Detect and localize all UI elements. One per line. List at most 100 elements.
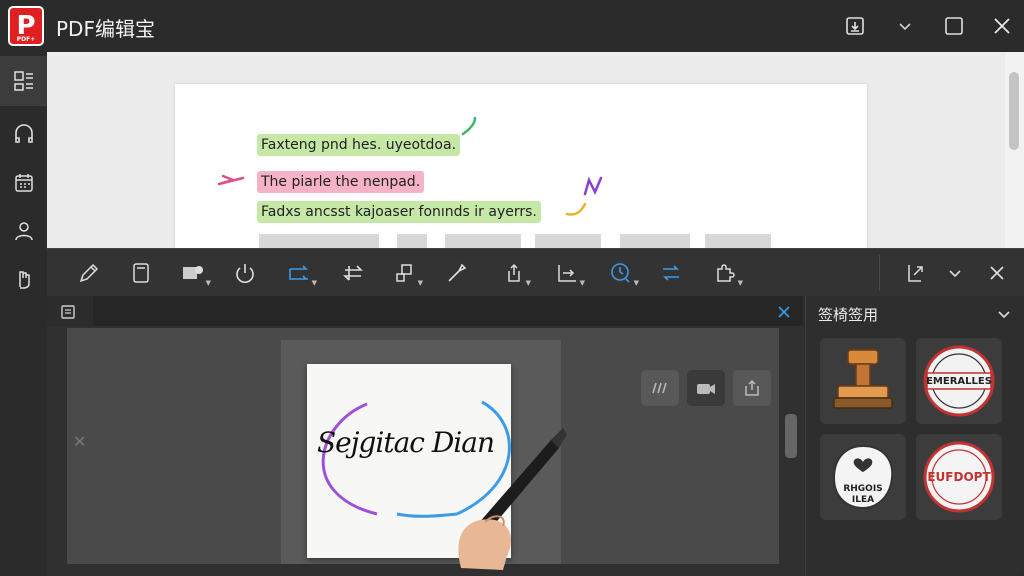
round-seal-1-text: EMERALLES [926,376,992,387]
eyedropper-tool-button[interactable] [439,257,475,289]
dropdown-caret-icon: ▼ [525,279,531,287]
rail-item-thumbnails[interactable] [0,56,47,106]
image-tool-button[interactable]: ▼ [175,257,211,289]
power-tool-button[interactable] [227,257,263,289]
transfer-icon [289,265,308,280]
share-icon [908,265,923,282]
chevron-down-icon [899,23,911,31]
maximize-icon [945,17,963,35]
app-title: PDF编辑宝 [56,17,155,41]
collapse-button[interactable] [891,12,919,40]
sort-icon [663,265,679,281]
maximize-button[interactable] [940,12,968,40]
annotation-toolbar: ▼ ▼ ▼ ▼ ▼ ▼ ▼ [47,248,1024,296]
dropdown-caret-icon: ▼ [311,279,317,287]
stamp-card-wooden[interactable] [820,338,906,424]
rail-item-audio[interactable] [0,108,47,158]
app-logo-caption: PDF+ [16,36,36,43]
hand-icon [18,271,30,289]
puzzle-icon [717,264,735,282]
dropdown-caret-icon: ▼ [417,279,423,287]
eyedropper-icon [448,263,467,282]
app-logo: P PDF+ [8,6,44,46]
round-seal-2-text: EUFDOPT [927,470,991,484]
signature-tab-bar [47,296,803,326]
pen-icon [79,263,99,283]
transfer-tool-button[interactable]: ▼ [281,257,317,289]
dropdown-caret-icon: ▼ [205,279,211,287]
document-icon [61,305,75,319]
download-button[interactable] [841,12,869,40]
wooden-stamp-icon [833,349,893,409]
rail-item-calendar[interactable] [0,158,47,208]
pen-style-chip[interactable] [641,370,679,406]
tablet-icon [133,263,149,283]
clock-tool-button[interactable]: ▼ [603,257,639,289]
image-icon [183,266,203,279]
toolbar-close-button[interactable] [979,257,1015,289]
stamps-panel-collapse-button[interactable] [996,306,1012,326]
stylus-hand-image [458,428,567,570]
close-icon [778,306,790,318]
toolbar-divider [879,255,880,291]
rail-item-hand[interactable] [0,254,47,304]
puzzle-tool-button[interactable]: ▼ [707,257,743,289]
crop-tool-button[interactable]: ▼ [387,257,423,289]
pen-tool-button[interactable] [71,257,107,289]
stamp-card-heart-seal[interactable]: RHGOIS ILEA [820,434,906,520]
pdf-page: Faxteng pnd hes. uyeotdoa. The piarle th… [175,84,867,254]
close-icon [990,266,1004,280]
thumbnails-icon [13,71,33,91]
upload-chip[interactable] [733,370,771,406]
tab-strip [93,296,803,326]
dropdown-caret-icon: ▼ [737,279,743,287]
title-bar: P PDF+ PDF编辑宝 [0,0,1024,52]
stamp-card-round-seal-2[interactable]: EUFDOPT [916,434,1002,520]
clock-icon [611,263,630,283]
signature-backdrop: Sejgitac Dian [281,340,567,570]
crop-icon [396,264,412,282]
signature-tab[interactable] [55,302,81,322]
share-button[interactable] [897,257,933,289]
dropdown-caret-icon: ▼ [579,279,585,287]
scrollbar-thumb[interactable] [1009,72,1019,150]
measure-tool-button[interactable]: ▼ [549,257,585,289]
download-icon [846,17,864,35]
document-area: Faxteng pnd hes. uyeotdoa. The piarle th… [47,52,1005,254]
power-icon [236,264,254,283]
stamps-panel-title: 签椅签用 [818,306,879,324]
swap-icon [343,265,363,281]
sort-tool-button[interactable] [653,257,689,289]
heart-seal-text: RHGOIS ILEA [843,484,883,505]
rail-item-user[interactable] [0,206,47,256]
toolbar-expand-button[interactable] [937,257,973,289]
tablet-tool-button[interactable] [123,257,159,289]
app-window: P PDF+ PDF编辑宝 Faxteng pnd hes. uyeotdoa.… [0,0,1024,576]
chevron-down-icon [998,311,1010,319]
close-icon [994,18,1010,34]
clear-icon[interactable]: ✕ [73,432,86,451]
signature-pane: ✕ Sejgitac Dian [47,296,803,576]
close-button[interactable] [988,12,1016,40]
brush-stroke-icon [652,382,667,394]
swap-tool-button[interactable] [335,257,371,289]
camera-icon [697,384,715,394]
document-scrollbar[interactable] [1005,52,1024,248]
signature-canvas-area: ✕ Sejgitac Dian [67,328,779,570]
signature-pane-scrollbar[interactable] [785,414,797,458]
ink-annotations [217,116,603,246]
dropdown-caret-icon: ▼ [633,279,639,287]
stamps-panel: 签椅签用 EMERALLES RHGOIS ILEA EUFDOPT [805,296,1024,576]
export-tool-button[interactable]: ▼ [495,257,531,289]
user-icon [14,222,33,241]
signature-pane-close-button[interactable] [777,304,793,320]
export-icon [508,263,520,282]
headphones-icon [14,124,33,143]
measure-icon [558,265,576,282]
chevron-down-icon [949,270,961,278]
stamp-card-round-seal-1[interactable]: EMERALLES [916,338,1002,424]
left-rail [0,52,47,576]
upload-icon [745,379,759,396]
calendar-icon [14,174,33,192]
camera-chip[interactable] [687,370,725,406]
